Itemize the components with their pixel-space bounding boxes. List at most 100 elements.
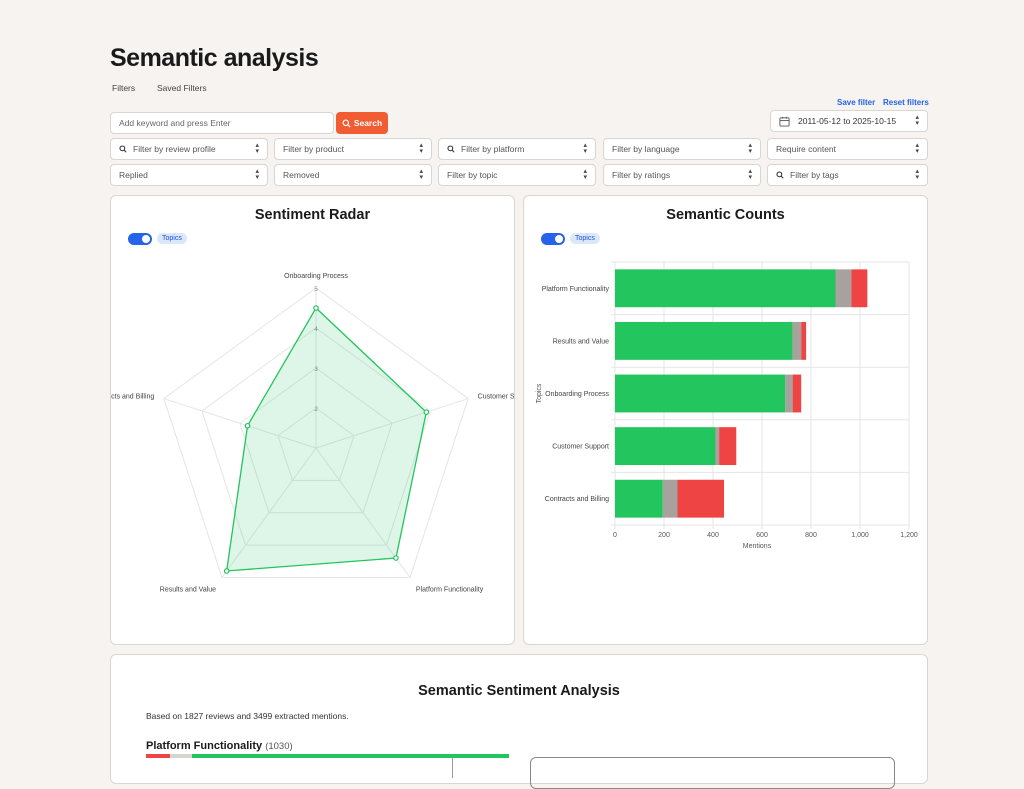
- chevron-updown-icon: ▴ ▾: [748, 168, 752, 181]
- bar-category-label: Contracts and Billing: [545, 496, 609, 503]
- search-button[interactable]: Search: [336, 112, 388, 134]
- calendar-icon: [779, 116, 790, 127]
- bar-x-tick-label: 800: [805, 532, 817, 539]
- topic-count: (1030): [265, 741, 293, 752]
- radar-axis-label: Results and Value: [160, 587, 216, 594]
- chevron-updown-icon: ▴ ▾: [915, 114, 919, 127]
- bar-segment: [615, 321, 793, 360]
- bar-segment: [785, 374, 793, 413]
- keyword-search-input[interactable]: Add keyword and press Enter: [110, 112, 334, 134]
- analysis-summary: Based on 1827 reviews and 3499 extracted…: [146, 711, 349, 721]
- filter-tags[interactable]: Filter by tags ▴ ▾: [767, 164, 928, 186]
- chevron-updown-icon: ▴ ▾: [915, 168, 919, 181]
- radar-point: [223, 568, 230, 574]
- filter-ratings[interactable]: Filter by ratings ▴ ▾: [603, 164, 761, 186]
- filter-platform[interactable]: Filter by platform ▴ ▾: [438, 138, 596, 160]
- bar-segment: [719, 427, 737, 466]
- bar-segment: [851, 269, 868, 308]
- bar-segment: [615, 269, 836, 308]
- filter-product[interactable]: Filter by product ▴ ▾: [274, 138, 432, 160]
- filter-review-profile[interactable]: Filter by review profile ▴ ▾: [110, 138, 268, 160]
- search-button-label: Search: [353, 118, 383, 128]
- bar-segment: [792, 374, 802, 413]
- bar-segment: [662, 479, 678, 518]
- search-icon: [776, 171, 784, 179]
- search-placeholder: Add keyword and press Enter: [119, 118, 231, 128]
- bar-x-tick-label: 600: [756, 532, 768, 539]
- radar-point: [393, 555, 399, 561]
- sentiment-radar-card: Sentiment Radar Topics 2 3 4 5 Onboarding Pr…: [110, 195, 515, 645]
- bar-x-tick-label: 1,200: [900, 532, 918, 539]
- topic-detail-panel: [530, 757, 895, 789]
- bar-category-label: Results and Value: [553, 338, 609, 345]
- date-range-picker[interactable]: 2011-05-12 to 2025-10-15 ▴ ▾: [770, 110, 928, 132]
- negative-segment: [146, 754, 170, 758]
- search-icon: [342, 118, 351, 128]
- filter-platform-label: Filter by platform: [461, 144, 525, 154]
- filter-topic-label: Filter by topic: [447, 170, 498, 180]
- chevron-updown-icon: ▴ ▾: [915, 142, 919, 155]
- search-icon: [119, 145, 127, 153]
- reset-filters-link[interactable]: Reset filters: [883, 98, 929, 107]
- filter-removed[interactable]: Removed ▴ ▾: [274, 164, 432, 186]
- filter-require-content-label: Require content: [776, 144, 837, 154]
- radar-point: [244, 422, 251, 429]
- bar-segment: [835, 269, 852, 308]
- filter-removed-label: Removed: [283, 170, 320, 180]
- radar-series-area: [225, 306, 428, 572]
- bar-category-label: Platform Functionality: [542, 286, 610, 293]
- radar-point: [313, 305, 319, 311]
- bar-x-tick-label: 200: [658, 532, 670, 539]
- radar-tick-label: 5: [314, 286, 318, 293]
- filter-review-profile-label: Filter by review profile: [133, 144, 216, 154]
- chevron-updown-icon: ▴ ▾: [748, 142, 752, 155]
- filter-replied[interactable]: Replied ▴ ▾: [110, 164, 268, 186]
- tab-saved-filters[interactable]: Saved Filters: [157, 83, 207, 93]
- topic-row-platform-functionality[interactable]: Platform Functionality (1030): [146, 740, 293, 752]
- chevron-updown-icon: ▴ ▾: [583, 168, 587, 181]
- save-filter-link[interactable]: Save filter: [837, 98, 875, 107]
- bar-marker: [452, 758, 453, 778]
- neutral-segment: [170, 754, 192, 758]
- filter-replied-label: Replied: [119, 170, 148, 180]
- bar-x-tick-label: 400: [707, 532, 719, 539]
- tab-filters[interactable]: Filters: [112, 83, 135, 93]
- bar-segment: [677, 479, 725, 518]
- chevron-updown-icon: ▴ ▾: [583, 142, 587, 155]
- bar-x-tick-label: 0: [613, 532, 617, 539]
- sentiment-radar-chart: 2345Onboarding ProcessCustomer SupportPl…: [111, 273, 514, 594]
- radar-axis-label: Contracts and Billing: [111, 393, 154, 400]
- bar-segment: [615, 479, 663, 518]
- filter-language-label: Filter by language: [612, 144, 680, 154]
- bar-segment: [801, 321, 807, 360]
- bar-category-label: Customer Support: [552, 444, 609, 451]
- filter-require-content[interactable]: Require content ▴ ▾: [767, 138, 928, 160]
- bar-segment: [615, 374, 786, 413]
- topic-name: Platform Functionality: [146, 740, 263, 752]
- chevron-updown-icon: ▴ ▾: [255, 168, 259, 181]
- bar-segment: [615, 427, 716, 466]
- filter-language[interactable]: Filter by language ▴ ▾: [603, 138, 761, 160]
- radar-axis-label: Customer Support: [478, 393, 514, 400]
- radar-axis-label: Onboarding Process: [284, 273, 348, 280]
- chevron-updown-icon: ▴ ▾: [419, 142, 423, 155]
- positive-segment: [192, 754, 509, 758]
- analysis-title: Semantic Sentiment Analysis: [418, 683, 620, 699]
- filter-tags-label: Filter by tags: [790, 170, 839, 180]
- bar-segment: [715, 427, 720, 466]
- topic-sentiment-bar: [146, 754, 509, 758]
- radar-axis-label: Platform Functionality: [416, 587, 484, 594]
- page-title: Semantic analysis: [110, 44, 319, 72]
- bar-x-axis-title: Mentions: [743, 543, 772, 550]
- semantic-counts-chart: 0 200 400 600 800 1,000 1,200 Platform Function…: [536, 261, 918, 550]
- chevron-updown-icon: ▴ ▾: [255, 142, 259, 155]
- bar-category-label: Onboarding Process: [545, 391, 609, 398]
- date-range-value: 2011-05-12 to 2025-10-15: [798, 116, 897, 126]
- filter-ratings-label: Filter by ratings: [612, 170, 671, 180]
- bar-segment: [792, 321, 802, 360]
- filter-topic[interactable]: Filter by topic ▴ ▾: [438, 164, 596, 186]
- chevron-updown-icon: ▴ ▾: [419, 168, 423, 181]
- bar-y-axis-title: Topics: [536, 383, 543, 403]
- radar-point: [423, 409, 430, 415]
- bar-x-tick-label: 1,000: [851, 532, 869, 539]
